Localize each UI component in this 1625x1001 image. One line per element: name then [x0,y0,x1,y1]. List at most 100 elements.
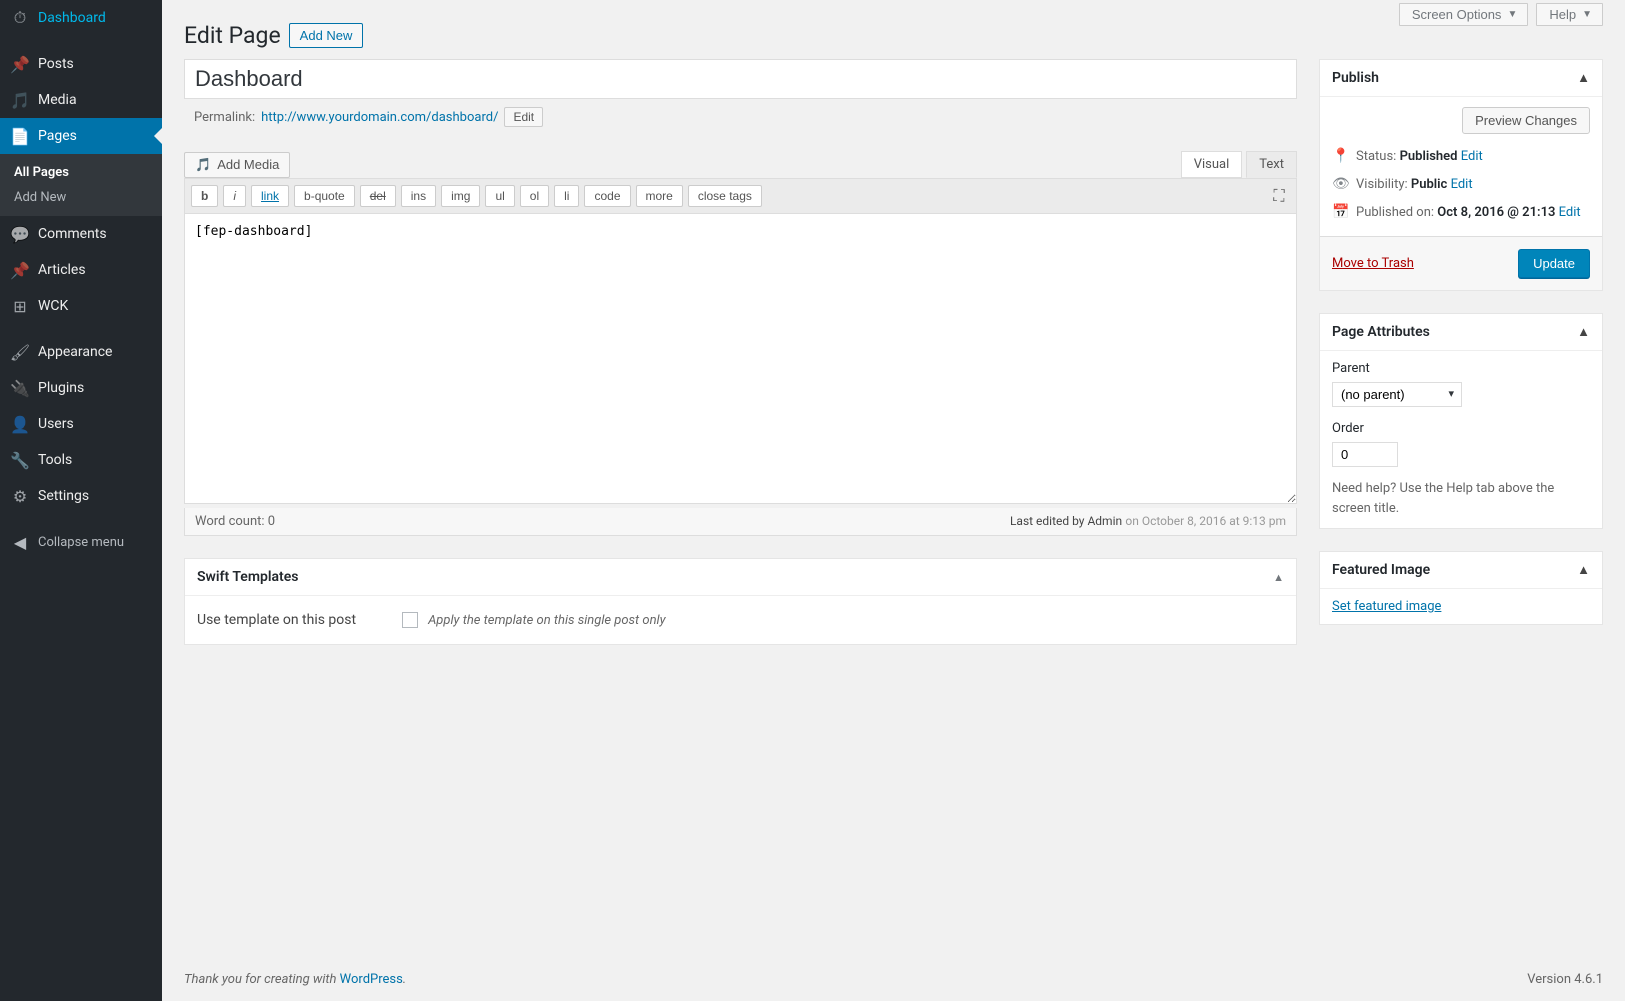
qt-img[interactable]: img [441,185,480,207]
meta-sidebar: Publish ▲ Preview Changes 📍 Status: Publ… [1319,59,1603,647]
swift-checkbox[interactable] [402,612,418,628]
page-attributes-header[interactable]: Page Attributes ▲ [1320,314,1602,351]
submenu-all-pages[interactable]: All Pages [0,160,162,185]
tab-text[interactable]: Text [1246,151,1297,178]
sidebar-item-articles[interactable]: 📌 Articles [0,252,162,288]
sidebar-item-appearance[interactable]: 🖌 Appearance [0,334,162,370]
qt-code[interactable]: code [584,185,630,207]
qt-link[interactable]: link [251,185,289,207]
swift-templates-header[interactable]: Swift Templates ▲ [185,559,1296,596]
parent-select[interactable]: (no parent) [1332,382,1462,407]
order-input[interactable] [1332,442,1398,467]
sidebar-item-label: Tools [38,452,72,468]
sidebar-item-posts[interactable]: 📌 Posts [0,46,162,82]
help-label: Help [1549,7,1576,22]
settings-icon: ⚙ [10,486,30,506]
editor-column: Permalink: http://www.yourdomain.com/das… [184,59,1297,647]
content-textarea[interactable]: [fep-dashboard] [184,214,1297,504]
screen-options-button[interactable]: Screen Options ▼ [1399,3,1529,26]
pin-icon: 📌 [10,260,30,280]
sidebar-item-label: Posts [38,56,74,72]
add-media-button[interactable]: 🎵 Add Media [184,152,290,178]
dashboard-icon: ⏱ [10,8,30,28]
sidebar-item-comments[interactable]: 💬 Comments [0,216,162,252]
edit-status-link[interactable]: Edit [1461,149,1483,164]
tab-visual[interactable]: Visual [1181,151,1243,178]
collapse-label: Collapse menu [38,535,124,550]
qt-li[interactable]: li [554,185,579,207]
qt-ins[interactable]: ins [401,185,436,207]
featured-image-box: Featured Image ▲ Set featured image [1319,551,1603,625]
brush-icon: 🖌 [10,342,30,362]
qt-del[interactable]: del [360,185,396,207]
collapse-icon: ◀ [10,532,30,552]
version-label: Version 4.6.1 [1527,972,1603,987]
page-title-input[interactable] [184,59,1297,99]
editor-wrap: 🎵 Add Media Visual Text b i link b-quote… [184,151,1297,536]
set-featured-image-link[interactable]: Set featured image [1332,599,1441,614]
swift-templates-metabox: Swift Templates ▲ Use template on this p… [184,558,1297,645]
sidebar-item-tools[interactable]: 🔧 Tools [0,442,162,478]
preview-changes-button[interactable]: Preview Changes [1462,107,1590,134]
sidebar-item-wck[interactable]: ⊞ WCK [0,288,162,324]
edit-date-link[interactable]: Edit [1559,205,1581,220]
sidebar-item-label: Pages [38,128,77,144]
publish-header[interactable]: Publish ▲ [1320,60,1602,97]
caret-down-icon: ▼ [1582,9,1592,20]
sidebar-item-label: Plugins [38,380,84,396]
main-content: Screen Options ▼ Help ▼ Edit Page Add Ne… [162,0,1625,940]
publish-status-row: 📍 Status: Published Edit [1332,142,1590,170]
edit-visibility-link[interactable]: Edit [1451,177,1473,192]
pin-icon: 📌 [10,54,30,74]
sidebar-item-settings[interactable]: ⚙ Settings [0,478,162,514]
permalink-edit-button[interactable]: Edit [504,107,543,127]
help-button[interactable]: Help ▼ [1536,3,1603,26]
editor-status-bar: Word count: 0 Last edited by Admin on Oc… [184,508,1297,536]
sidebar-item-label: Settings [38,488,89,504]
sidebar-item-users[interactable]: 👤 Users [0,406,162,442]
fullscreen-icon[interactable]: ⛶ [1268,185,1290,207]
featured-image-header[interactable]: Featured Image ▲ [1320,552,1602,589]
sidebar-submenu: All Pages Add New [0,154,162,216]
sidebar-item-plugins[interactable]: 🔌 Plugins [0,370,162,406]
page-attributes-title: Page Attributes [1332,324,1430,340]
sidebar-item-media[interactable]: 🎵 Media [0,82,162,118]
toggle-up-icon: ▲ [1577,562,1590,578]
submenu-add-new[interactable]: Add New [0,185,162,210]
screen-options-label: Screen Options [1412,7,1502,22]
qt-bold[interactable]: b [191,185,218,207]
media-icon: 🎵 [10,90,30,110]
sidebar-item-pages[interactable]: 📄 Pages [0,118,162,154]
qt-italic[interactable]: i [223,185,246,207]
add-media-label: Add Media [217,157,279,172]
sidebar-item-label: Media [38,92,77,108]
page-title: Edit Page [184,22,281,49]
swift-templates-title: Swift Templates [197,569,298,585]
order-label: Order [1332,421,1590,436]
publish-date-row: 📅 Published on: Oct 8, 2016 @ 21:13 Edit [1332,198,1590,226]
publish-box: Publish ▲ Preview Changes 📍 Status: Publ… [1319,59,1603,291]
qt-more[interactable]: more [636,185,683,207]
toggle-up-icon: ▲ [1577,324,1590,340]
publish-title: Publish [1332,70,1379,86]
qt-ol[interactable]: ol [520,185,549,207]
qt-close-tags[interactable]: close tags [688,185,762,207]
add-new-button[interactable]: Add New [289,23,364,48]
sidebar-item-label: Dashboard [38,10,106,26]
qt-ul[interactable]: ul [485,185,514,207]
parent-label: Parent [1332,361,1590,376]
qt-blockquote[interactable]: b-quote [294,185,355,207]
move-to-trash-link[interactable]: Move to Trash [1332,256,1414,271]
update-button[interactable]: Update [1518,249,1590,278]
page-icon: 📄 [10,126,30,146]
visibility-icon: 👁 [1332,176,1348,192]
wordpress-link[interactable]: WordPress [340,972,403,987]
sidebar-item-dashboard[interactable]: ⏱ Dashboard [0,0,162,36]
calendar-icon: 📅 [1332,204,1348,220]
collapse-menu[interactable]: ◀ Collapse menu [0,524,162,560]
sidebar-item-label: Articles [38,262,86,278]
permalink-url[interactable]: http://www.yourdomain.com/dashboard/ [261,110,498,125]
sidebar-item-label: Comments [38,226,107,242]
key-icon: 📍 [1332,148,1348,164]
admin-sidebar: ⏱ Dashboard 📌 Posts 🎵 Media 📄 Pages All … [0,0,162,1001]
